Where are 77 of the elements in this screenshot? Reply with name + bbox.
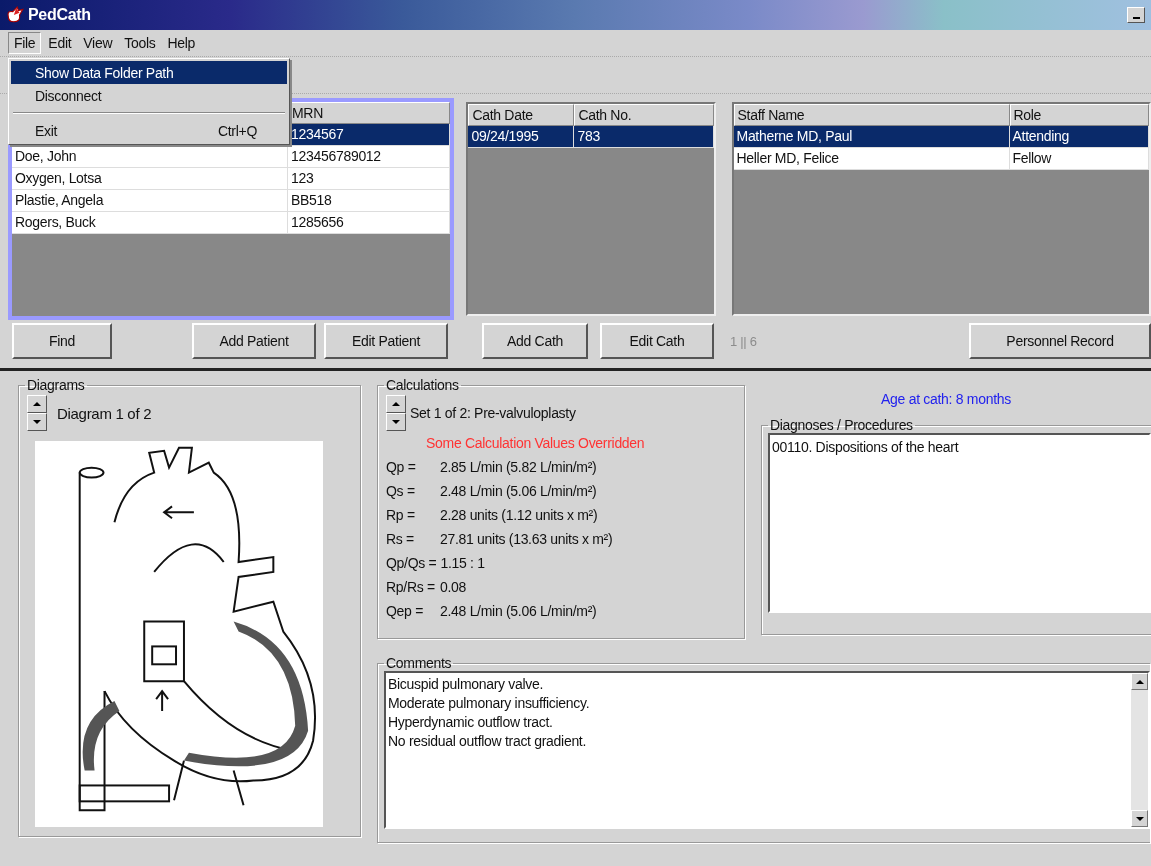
record-counter: 1 || 6 <box>730 333 757 349</box>
table-cell: Rogers, Buck <box>12 212 288 233</box>
column-header[interactable]: Cath Date <box>468 104 575 126</box>
comment-line: Bicuspid pulmonary valve. <box>388 675 545 694</box>
cath-row[interactable]: 09/24/1995 783 <box>468 126 714 148</box>
menu-item[interactable]: Show Data Folder Path <box>11 61 287 84</box>
comment-line: No residual outflow tract gradient. <box>388 732 588 751</box>
edit-patient-button[interactable]: Edit Patient <box>324 323 448 359</box>
group-title: Calculations <box>385 377 460 393</box>
column-header[interactable]: Staff Name <box>733 104 1010 126</box>
up-arrow-button[interactable] <box>386 395 406 413</box>
scroll-down-button[interactable] <box>1131 810 1148 827</box>
staff-row[interactable]: Heller MD, Felice Fellow <box>733 148 1149 170</box>
menu-item[interactable]: Exit Ctrl+Q <box>11 119 287 142</box>
patient-row[interactable]: Oxygen, Lotsa 123 <box>12 168 451 190</box>
calculation-label: Qp/Qs = <box>386 555 437 571</box>
group-title: Diagnoses / Procedures <box>769 417 914 433</box>
menu-item[interactable]: Help <box>162 33 200 53</box>
calculation-label: Qs = <box>386 483 416 499</box>
calculation-value: 2.85 L/min (5.82 L/min/m²) <box>440 459 597 475</box>
table-cell: Oxygen, Lotsa <box>12 168 288 189</box>
calculation-value: 2.48 L/min (5.06 L/min/m²) <box>440 603 597 619</box>
staff-row[interactable]: Matherne MD, Paul Attending <box>733 126 1149 148</box>
up-arrow-button[interactable] <box>27 395 47 413</box>
table-cell: 09/24/1995 <box>468 126 575 147</box>
table-cell: BB518 <box>288 190 451 211</box>
calculation-label: Rp/Rs = <box>386 579 436 595</box>
calculation-value: 2.28 units (1.12 units x m²) <box>440 507 598 523</box>
calculation-value: 0.08 <box>440 579 467 595</box>
table-cell: 123 <box>288 168 451 189</box>
window-title: PedCath <box>28 6 91 24</box>
diagnoses-list[interactable]: 00110. Dispositions of the heart <box>768 433 1151 613</box>
down-arrow-button[interactable] <box>27 413 47 431</box>
table-cell: Attending <box>1009 126 1149 147</box>
table-cell: Plastie, Angela <box>12 190 288 211</box>
app-logo-icon <box>6 6 24 24</box>
menu-item[interactable]: Disconnect <box>11 84 287 107</box>
edit-cath-button[interactable]: Edit Cath <box>600 323 714 359</box>
age-at-cath-text: Age at cath: 8 months <box>880 391 1012 409</box>
add-patient-button[interactable]: Add Patient <box>192 323 316 359</box>
table-cell: Matherne MD, Paul <box>733 126 1010 147</box>
table-cell: Heller MD, Felice <box>733 148 1010 169</box>
comment-line: Moderate pulmonary insufficiency. <box>388 694 591 713</box>
calculation-value: 27.81 units (13.63 units x m²) <box>440 531 613 547</box>
patient-row[interactable]: Doe, John 123456789012 <box>12 146 451 168</box>
calculation-label: Qep = <box>386 603 425 619</box>
calculation-set-label: Set 1 of 2: Pre-valvuloplasty <box>410 405 576 421</box>
scroll-up-button[interactable] <box>1131 673 1148 690</box>
menu-item[interactable]: Edit <box>43 33 77 53</box>
patient-row[interactable]: Rogers, Buck 1285656 <box>12 212 451 234</box>
group-title: Diagrams <box>26 377 86 393</box>
calculation-label: Rp = <box>386 507 416 523</box>
diagnosis-item[interactable]: 00110. Dispositions of the heart <box>772 439 1147 455</box>
personnel-record-button[interactable]: Personnel Record <box>969 323 1151 359</box>
override-warning: Some Calculation Values Overridden <box>426 435 646 451</box>
add-cath-button[interactable]: Add Cath <box>482 323 588 359</box>
down-arrow-button[interactable] <box>386 413 406 431</box>
comments-field[interactable]: Bicuspid pulmonary valve. Moderate pulmonary insufficiency. Hyperdynamic outflow tract. No residual outflow tract gradient. <box>384 671 1150 829</box>
menu-item[interactable]: View <box>78 33 118 53</box>
menu-item[interactable]: Tools <box>119 33 161 53</box>
column-header[interactable]: Cath No. <box>574 104 714 126</box>
calculation-value: 2.48 L/min (5.06 L/min/m²) <box>440 483 597 499</box>
vertical-scrollbar[interactable] <box>1131 673 1148 827</box>
table-cell: Fellow <box>1009 148 1149 169</box>
calculation-label: Qp = <box>386 459 417 475</box>
calculation-value: 1.15 : 1 <box>440 555 485 571</box>
minimize-button[interactable] <box>1127 7 1145 23</box>
patient-row[interactable]: Plastie, Angela BB518 <box>12 190 451 212</box>
find-button[interactable]: Find <box>12 323 112 359</box>
diagram-caption: Diagram 1 of 2 <box>57 404 152 422</box>
group-title: Comments <box>385 655 453 671</box>
calculation-label: Rs = <box>386 531 415 547</box>
column-header[interactable]: Role <box>1009 104 1149 126</box>
menu-item[interactable]: File <box>8 32 42 54</box>
comment-line: Hyperdynamic outflow tract. <box>388 713 554 732</box>
table-cell: 1285656 <box>288 212 451 233</box>
table-cell: 783 <box>574 126 714 147</box>
